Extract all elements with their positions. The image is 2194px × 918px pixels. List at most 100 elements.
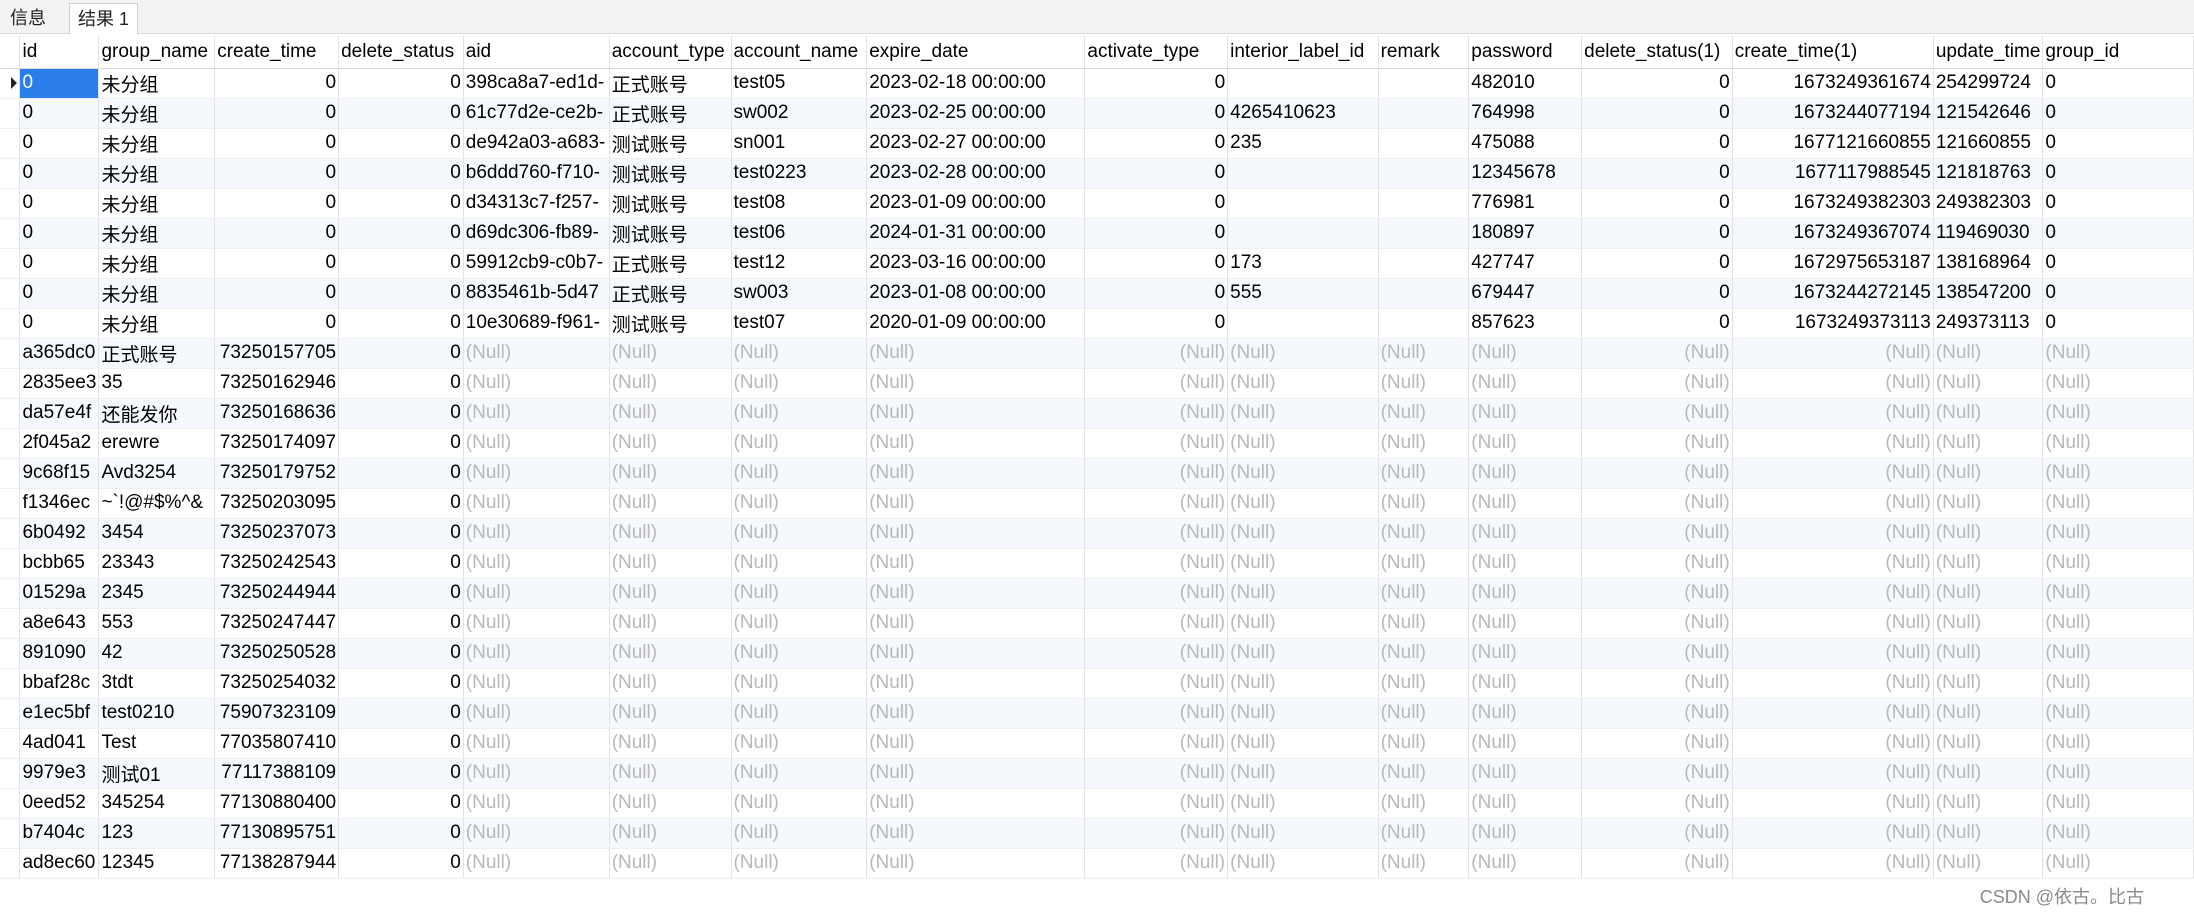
table-cell-account-type[interactable]: 正式账号 — [609, 98, 732, 129]
table-cell-interior-label-id[interactable]: (Null) — [1227, 758, 1379, 789]
table-cell-delete-status-1[interactable]: (Null) — [1581, 368, 1733, 399]
table-cell-group-name[interactable]: 23343 — [98, 548, 216, 579]
row-header[interactable] — [0, 758, 21, 789]
table-cell-update-time[interactable]: (Null) — [1933, 638, 2044, 669]
table-cell-interior-label-id[interactable]: 173 — [1227, 248, 1379, 279]
table-cell-expire-date[interactable]: (Null) — [866, 818, 1086, 849]
table-cell-delete-status-1[interactable]: (Null) — [1581, 458, 1733, 489]
table-cell-interior-label-id[interactable]: (Null) — [1227, 428, 1379, 459]
table-cell-create-time[interactable]: 0 — [214, 308, 340, 339]
table-cell-group-id[interactable]: 0 — [2042, 158, 2194, 189]
table-cell-remark[interactable] — [1378, 218, 1470, 249]
table-cell-delete-status[interactable]: 0 — [338, 278, 464, 309]
table-cell-aid[interactable]: (Null) — [463, 428, 610, 459]
table-cell-create-time-1[interactable]: 1672975653187 — [1732, 248, 1934, 279]
table-cell-account-name[interactable]: (Null) — [731, 548, 868, 579]
table-cell-account-name[interactable]: (Null) — [731, 608, 868, 639]
table-cell-create-time[interactable]: 0 — [214, 68, 340, 99]
table-row[interactable]: 891090 42 73250250528 0 (Null) (Null) (Null) (N… — [0, 638, 2194, 669]
table-cell-group-id[interactable]: 0 — [2042, 128, 2194, 159]
table-cell-password[interactable]: (Null) — [1468, 848, 1583, 879]
table-cell-group-id[interactable]: (Null) — [2042, 578, 2194, 609]
table-cell-remark[interactable]: (Null) — [1378, 488, 1470, 519]
table-cell-account-type[interactable]: 测试账号 — [609, 128, 732, 159]
table-cell-create-time-1[interactable]: (Null) — [1732, 758, 1934, 789]
table-cell-create-time[interactable]: 0 — [214, 278, 340, 309]
table-cell-expire-date[interactable]: 2023-02-25 00:00:00 — [866, 98, 1086, 129]
table-cell-activate-type[interactable]: 0 — [1084, 278, 1229, 309]
table-cell-interior-label-id[interactable] — [1227, 158, 1379, 189]
table-cell-expire-date[interactable]: (Null) — [866, 638, 1086, 669]
table-cell-account-type[interactable]: (Null) — [609, 818, 732, 849]
table-cell-activate-type[interactable]: (Null) — [1084, 608, 1229, 639]
table-cell-delete-status[interactable]: 0 — [338, 578, 464, 609]
table-cell-delete-status-1[interactable]: (Null) — [1581, 668, 1733, 699]
table-row[interactable]: 9c68f15 Avd3254 73250179752 0 (Null) (Null) (N… — [0, 458, 2194, 489]
table-cell-aid[interactable]: 398ca8a7-ed1d- — [463, 68, 610, 99]
table-cell-id[interactable]: 0 — [19, 128, 100, 159]
table-cell-delete-status-1[interactable]: 0 — [1581, 218, 1733, 249]
table-cell-account-type[interactable]: 测试账号 — [609, 218, 732, 249]
table-cell-remark[interactable]: (Null) — [1378, 758, 1470, 789]
table-cell-group-id[interactable]: 0 — [2042, 68, 2194, 99]
table-cell-create-time-1[interactable]: (Null) — [1732, 728, 1934, 759]
table-cell-remark[interactable]: (Null) — [1378, 518, 1470, 549]
table-cell-interior-label-id[interactable]: (Null) — [1227, 488, 1379, 519]
table-cell-activate-type[interactable]: (Null) — [1084, 758, 1229, 789]
table-row[interactable]: 0 未分组 0 0 59912cb9-c0b7- 正式账号 test12 2023-03-16… — [0, 248, 2194, 279]
table-cell-create-time-1[interactable]: (Null) — [1732, 548, 1934, 579]
table-cell-interior-label-id[interactable]: 4265410623 — [1227, 98, 1379, 129]
table-cell-interior-label-id[interactable]: (Null) — [1227, 398, 1379, 429]
table-row[interactable]: 0 未分组 0 0 de942a03-a683- 测试账号 sn001 2023-02-27 … — [0, 128, 2194, 159]
table-cell-update-time[interactable]: 249373113 — [1933, 308, 2044, 339]
table-cell-update-time[interactable]: (Null) — [1933, 668, 2044, 699]
table-cell-id[interactable]: 0 — [19, 308, 100, 339]
table-cell-update-time[interactable]: (Null) — [1933, 788, 2044, 819]
table-cell-expire-date[interactable]: (Null) — [866, 728, 1086, 759]
table-cell-activate-type[interactable]: (Null) — [1084, 728, 1229, 759]
table-cell-group-name[interactable]: 553 — [98, 608, 216, 639]
table-cell-create-time[interactable]: 77035807410 — [214, 728, 340, 759]
table-row[interactable]: e1ec5bf test0210 75907323109 0 (Null) (Null)(… — [0, 698, 2194, 729]
table-cell-activate-type[interactable]: (Null) — [1084, 548, 1229, 579]
table-cell-group-name[interactable]: 2345 — [98, 578, 216, 609]
table-cell-create-time[interactable]: 0 — [214, 128, 340, 159]
table-cell-create-time-1[interactable]: (Null) — [1732, 488, 1934, 519]
table-cell-delete-status-1[interactable]: 0 — [1581, 278, 1733, 309]
table-cell-group-id[interactable]: 0 — [2042, 218, 2194, 249]
table-cell-create-time[interactable]: 0 — [214, 188, 340, 219]
table-cell-group-name[interactable]: 未分组 — [98, 218, 216, 249]
table-cell-id[interactable]: bcbb65 — [19, 548, 100, 579]
table-row[interactable]: 0 未分组 0 0 398ca8a7-ed1d- 正式账号 test05 2023-02-18… — [0, 68, 2194, 99]
table-cell-group-id[interactable]: (Null) — [2042, 518, 2194, 549]
table-cell-update-time[interactable]: 121660855 — [1933, 128, 2044, 159]
table-cell-group-id[interactable]: (Null) — [2042, 458, 2194, 489]
table-cell-create-time-1[interactable]: 1673249373113 — [1732, 308, 1934, 339]
column-header-group-id[interactable]: group_id — [2042, 36, 2194, 69]
table-cell-remark[interactable]: (Null) — [1378, 398, 1470, 429]
table-cell-activate-type[interactable]: (Null) — [1084, 698, 1229, 729]
table-cell-group-name[interactable]: 未分组 — [98, 278, 216, 309]
table-cell-group-name[interactable]: test0210 — [98, 698, 216, 729]
table-cell-delete-status-1[interactable]: (Null) — [1581, 698, 1733, 729]
table-cell-update-time[interactable]: (Null) — [1933, 518, 2044, 549]
table-cell-create-time[interactable]: 73250254032 — [214, 668, 340, 699]
table-cell-group-name[interactable]: Avd3254 — [98, 458, 216, 489]
table-cell-create-time[interactable]: 77138287944 — [214, 848, 340, 879]
row-header[interactable] — [0, 638, 21, 669]
row-header[interactable] — [0, 158, 21, 189]
table-cell-account-name[interactable]: (Null) — [731, 818, 868, 849]
column-header-account-type[interactable]: account_type — [609, 36, 732, 69]
table-cell-delete-status[interactable]: 0 — [338, 668, 464, 699]
table-cell-id[interactable]: 0 — [19, 98, 100, 129]
table-cell-activate-type[interactable]: 0 — [1084, 188, 1229, 219]
table-cell-activate-type[interactable]: 0 — [1084, 68, 1229, 99]
table-cell-password[interactable]: (Null) — [1468, 698, 1583, 729]
table-cell-create-time-1[interactable]: (Null) — [1732, 638, 1934, 669]
table-cell-aid[interactable]: 59912cb9-c0b7- — [463, 248, 610, 279]
table-cell-create-time[interactable]: 77117388109 — [214, 758, 340, 789]
table-cell-create-time-1[interactable]: (Null) — [1732, 698, 1934, 729]
tab-result-1[interactable]: 结果 1 — [69, 3, 139, 35]
table-cell-account-name[interactable]: (Null) — [731, 578, 868, 609]
table-cell-update-time[interactable]: 138168964 — [1933, 248, 2044, 279]
